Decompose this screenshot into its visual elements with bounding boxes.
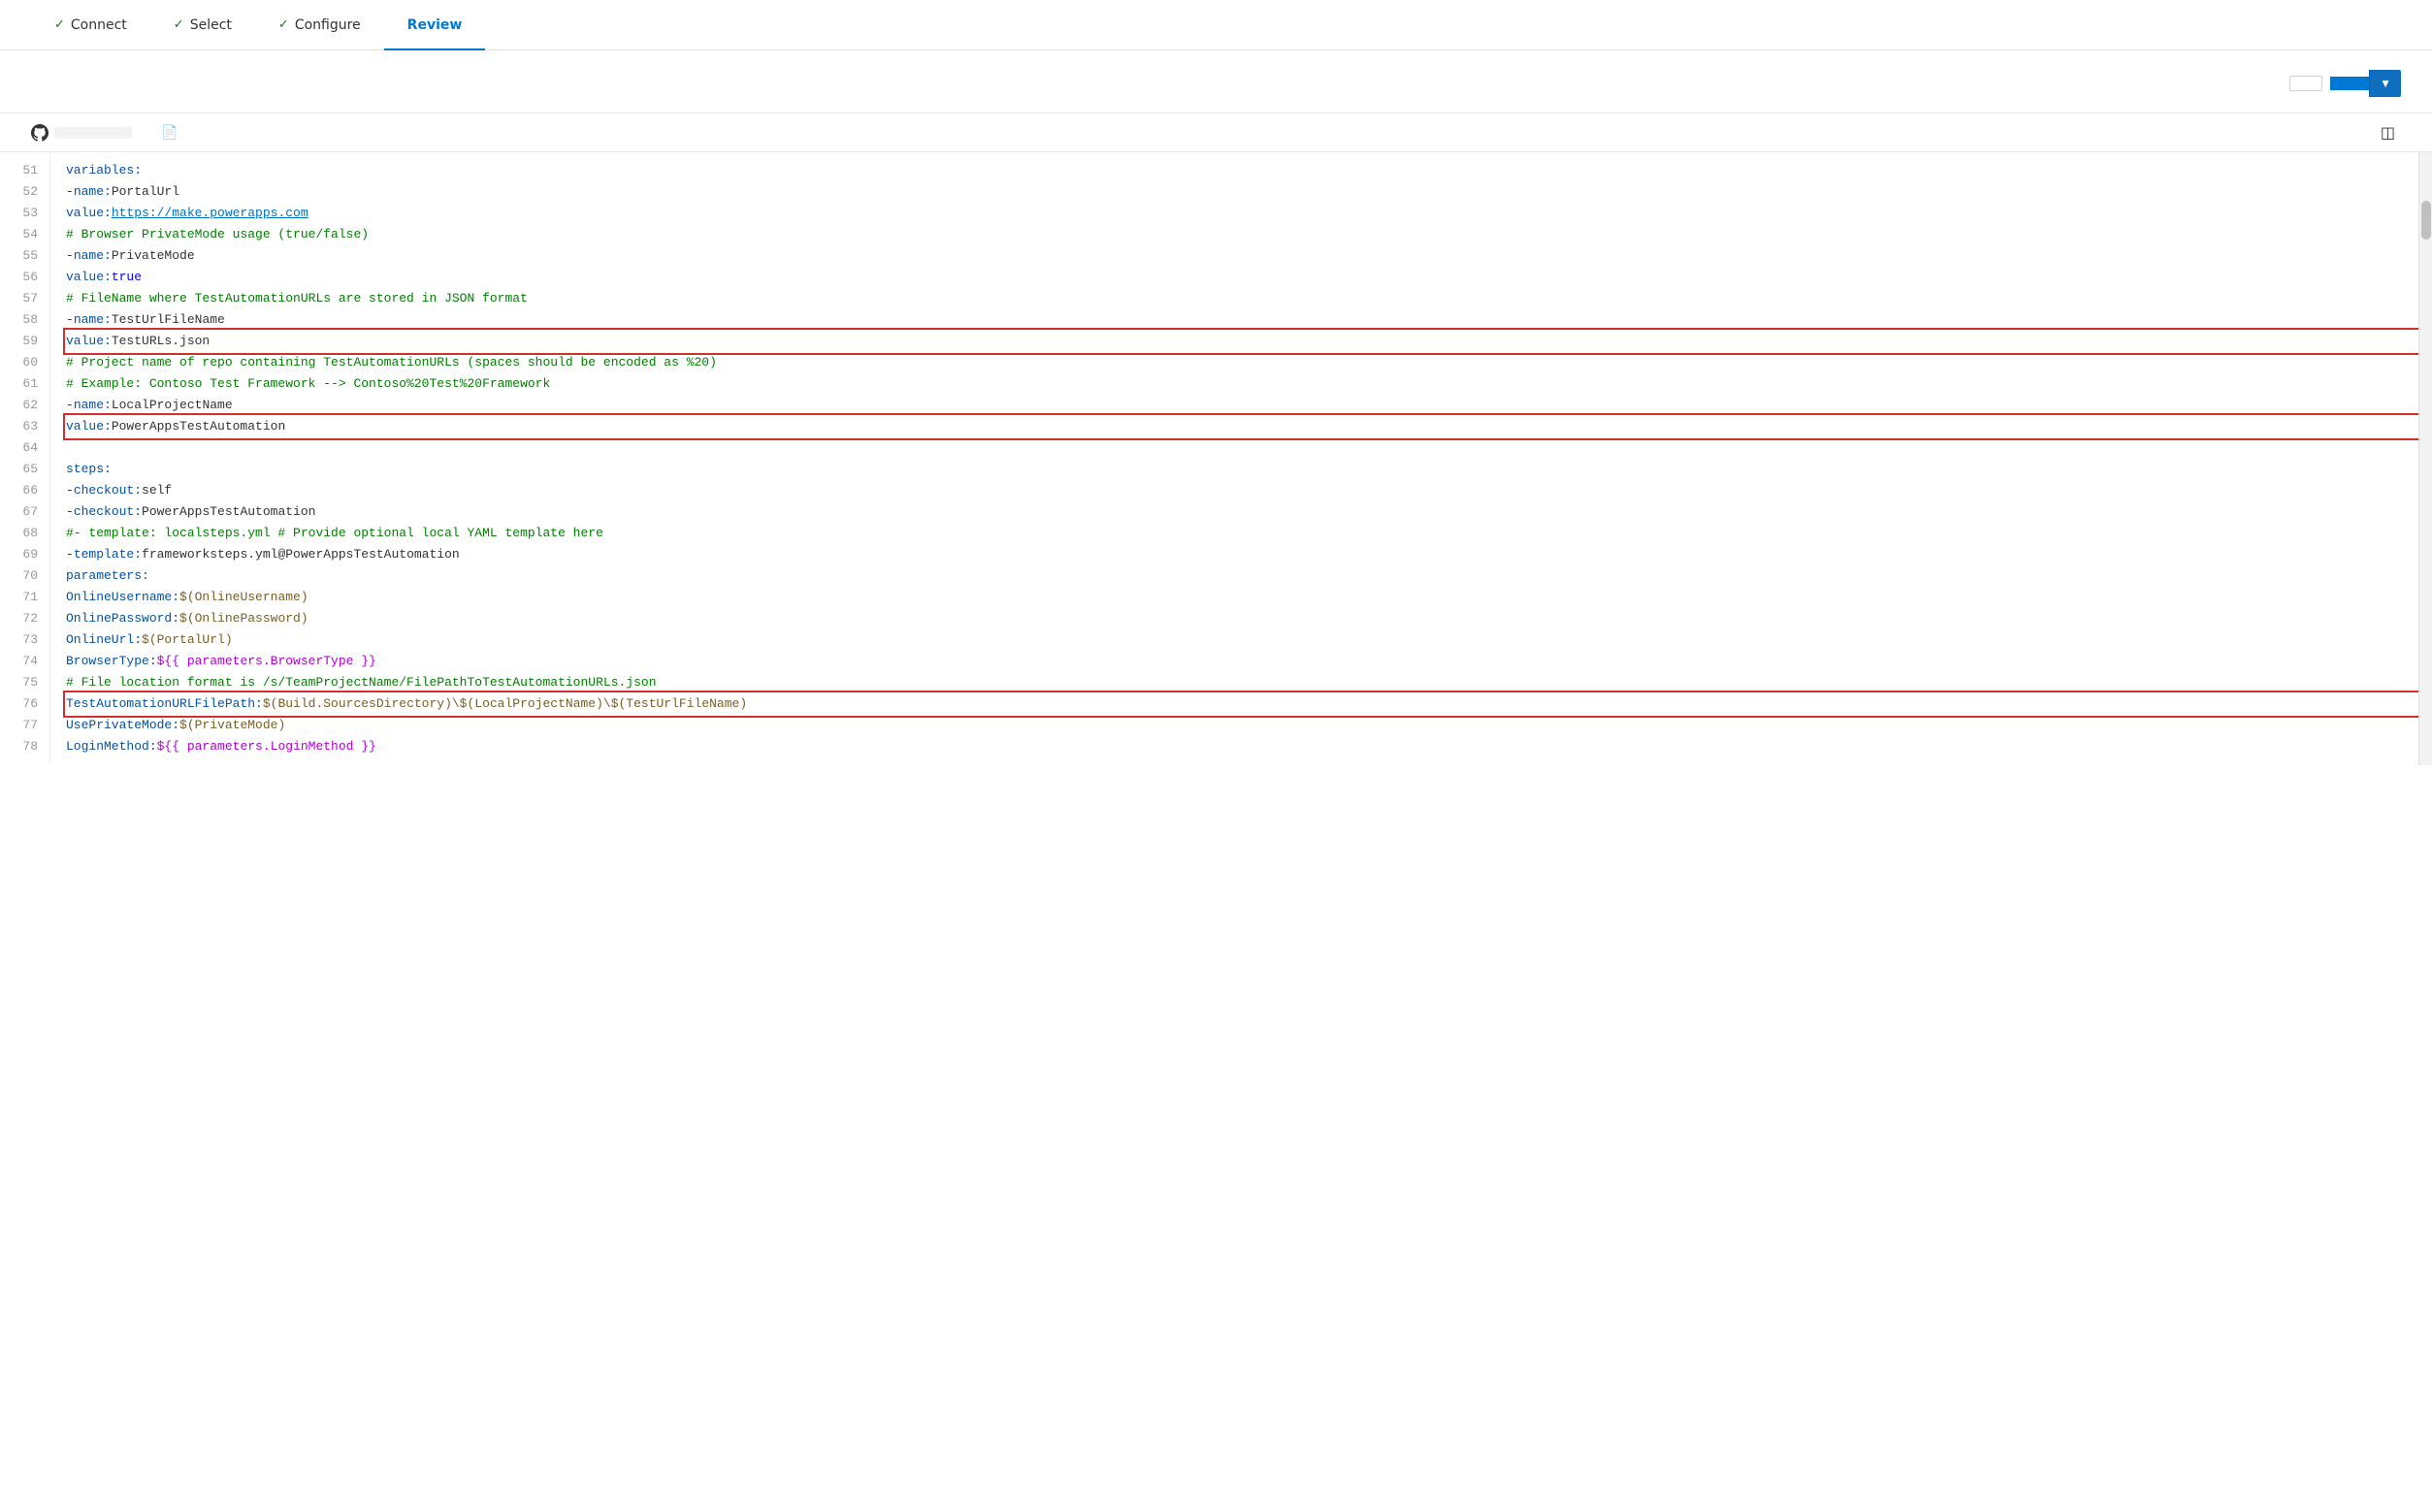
- line-number: 66: [0, 480, 49, 501]
- code-line: parameters:: [66, 565, 2418, 587]
- code-line: - template: frameworksteps.yml@PowerApps…: [66, 544, 2418, 565]
- wizard-step-label-review: Review: [407, 17, 463, 33]
- code-line: - checkout: PowerAppsTestAutomation: [66, 501, 2418, 523]
- code-line: OnlinePassword: $(OnlinePassword): [66, 608, 2418, 629]
- code-line: variables:: [66, 160, 2418, 181]
- line-number: 52: [0, 181, 49, 203]
- line-number: 64: [0, 437, 49, 459]
- variables-button[interactable]: [2289, 76, 2322, 91]
- code-line: steps:: [66, 459, 2418, 480]
- code-line: OnlineUsername: $(OnlineUsername): [66, 587, 2418, 608]
- code-line: - name: TestUrlFileName: [66, 309, 2418, 331]
- code-line: # Example: Contoso Test Framework --> Co…: [66, 373, 2418, 395]
- line-number: 55: [0, 245, 49, 267]
- save-run-chevron-button[interactable]: ▼: [2369, 70, 2401, 97]
- line-number: 70: [0, 565, 49, 587]
- line-number: 53: [0, 203, 49, 224]
- wizard-step-configure[interactable]: ✓ Configure: [255, 0, 384, 50]
- line-number: 51: [0, 160, 49, 181]
- line-number: 59: [0, 331, 49, 352]
- code-line: value: https://make.powerapps.com: [66, 203, 2418, 224]
- line-number: 73: [0, 629, 49, 651]
- code-line: - name: PortalUrl: [66, 181, 2418, 203]
- code-line: UsePrivateMode: $(PrivateMode): [66, 715, 2418, 736]
- line-number: 60: [0, 352, 49, 373]
- file-edit-icon[interactable]: 📄: [161, 125, 178, 141]
- code-line: # FileName where TestAutomationURLs are …: [66, 288, 2418, 309]
- line-number: 65: [0, 459, 49, 480]
- wizard-nav: ✓ Connect ✓ Select ✓ Configure Review: [0, 0, 2432, 50]
- wizard-step-label-configure: Configure: [295, 17, 361, 33]
- show-assistant-icon: ◫: [2381, 123, 2395, 142]
- code-line: [66, 437, 2418, 459]
- code-line: value: PowerAppsTestAutomation: [66, 416, 2418, 437]
- code-line: - name: LocalProjectName: [66, 395, 2418, 416]
- show-assistant-button[interactable]: ◫: [2381, 123, 2401, 142]
- file-bar: 📄 ◫: [0, 113, 2432, 152]
- scrollbar[interactable]: [2418, 152, 2432, 765]
- code-line: value: TestURLs.json: [66, 331, 2418, 352]
- header-actions: ▼: [2289, 70, 2401, 97]
- line-number: 67: [0, 501, 49, 523]
- code-line: LoginMethod: ${{ parameters.LoginMethod …: [66, 736, 2418, 757]
- line-number: 58: [0, 309, 49, 331]
- code-line: OnlineUrl: $(PortalUrl): [66, 629, 2418, 651]
- line-number: 68: [0, 523, 49, 544]
- code-line: # File location format is /s/TeamProject…: [66, 672, 2418, 693]
- code-line: - name: PrivateMode: [66, 245, 2418, 267]
- github-icon: [31, 124, 49, 142]
- wizard-step-connect[interactable]: ✓ Connect: [31, 0, 150, 50]
- check-icon: ✓: [174, 17, 184, 32]
- code-line: value: true: [66, 267, 2418, 288]
- code-line: - checkout: self: [66, 480, 2418, 501]
- scrollbar-thumb[interactable]: [2421, 201, 2431, 240]
- line-number: 75: [0, 672, 49, 693]
- line-number: 72: [0, 608, 49, 629]
- save-run-button-group: ▼: [2330, 70, 2401, 97]
- code-line: TestAutomationURLFilePath: $(Build.Sourc…: [66, 693, 2418, 715]
- repo-placeholder: [54, 127, 132, 139]
- code-line: BrowserType: ${{ parameters.BrowserType …: [66, 651, 2418, 672]
- line-numbers: 5152535455565758596061626364656667686970…: [0, 152, 50, 765]
- code-line: #- template: localsteps.yml # Provide op…: [66, 523, 2418, 544]
- line-number: 71: [0, 587, 49, 608]
- line-number: 76: [0, 693, 49, 715]
- file-path: 📄: [31, 124, 178, 142]
- check-icon: ✓: [278, 17, 289, 32]
- line-number: 57: [0, 288, 49, 309]
- wizard-step-label-connect: Connect: [71, 17, 127, 33]
- page-header: ▼: [0, 50, 2432, 113]
- check-icon: ✓: [54, 17, 65, 32]
- code-content[interactable]: variables: - name: PortalUrl value: http…: [50, 152, 2418, 765]
- line-number: 56: [0, 267, 49, 288]
- wizard-step-select[interactable]: ✓ Select: [150, 0, 255, 50]
- line-number: 77: [0, 715, 49, 736]
- line-number: 61: [0, 373, 49, 395]
- code-line: # Browser PrivateMode usage (true/false): [66, 224, 2418, 245]
- line-number: 62: [0, 395, 49, 416]
- line-number: 54: [0, 224, 49, 245]
- line-number: 74: [0, 651, 49, 672]
- save-run-button[interactable]: [2330, 77, 2369, 90]
- code-editor: 5152535455565758596061626364656667686970…: [0, 152, 2432, 765]
- wizard-step-label-select: Select: [190, 17, 232, 33]
- line-number: 63: [0, 416, 49, 437]
- line-number: 69: [0, 544, 49, 565]
- line-number: 78: [0, 736, 49, 757]
- wizard-step-review[interactable]: Review: [384, 0, 486, 50]
- code-line: # Project name of repo containing TestAu…: [66, 352, 2418, 373]
